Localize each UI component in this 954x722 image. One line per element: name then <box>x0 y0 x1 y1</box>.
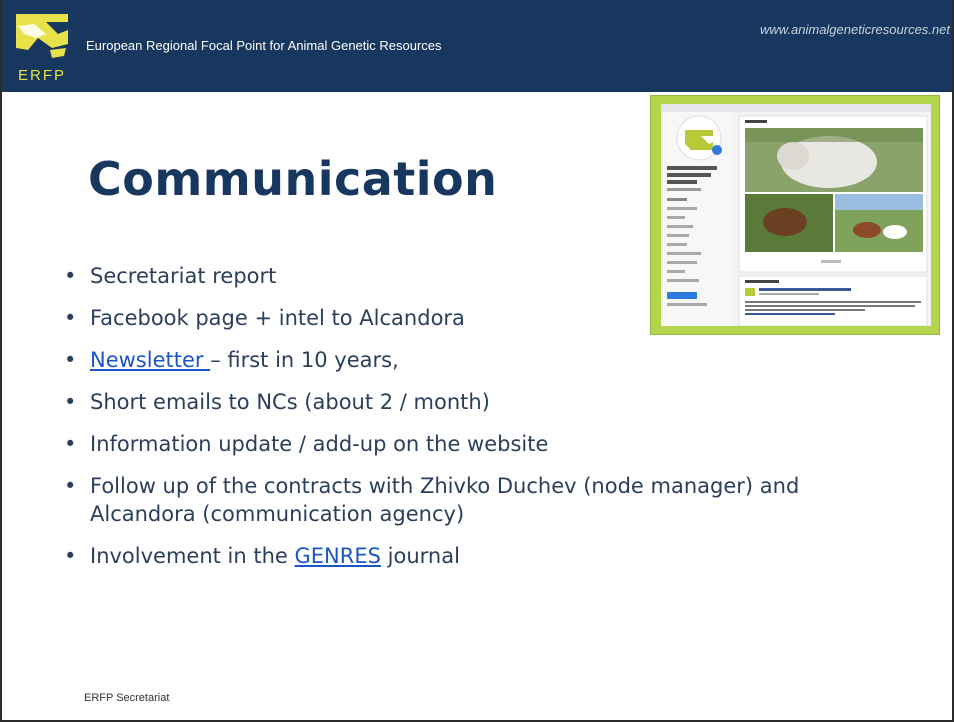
organization-name: European Regional Focal Point for Animal… <box>86 38 442 53</box>
bullet-text: – first in 10 years, <box>210 348 399 372</box>
erfp-logo-icon: ERFP <box>6 4 78 88</box>
slide-title: Communication <box>88 152 498 206</box>
footer-text: ERFP Secretariat <box>84 692 170 704</box>
bullet-text: Secretariat report <box>90 264 277 288</box>
header-bar: ERFP European Regional Focal Point for A… <box>2 0 952 92</box>
bullet-text: Involvement in the <box>90 544 295 568</box>
bullet-list: Secretariat report Facebook page + intel… <box>62 262 882 584</box>
logo-wordmark: ERFP <box>18 67 66 84</box>
newsletter-link[interactable]: Newsletter <box>90 348 210 372</box>
slide: ERFP European Regional Focal Point for A… <box>0 0 954 722</box>
bullet-item: Newsletter – first in 10 years, <box>62 346 882 374</box>
bullet-item: Follow up of the contracts with Zhivko D… <box>62 472 882 528</box>
bullet-item: Short emails to NCs (about 2 / month) <box>62 388 882 416</box>
bullet-item: Involvement in the GENRES journal <box>62 542 882 570</box>
bullet-item: Secretariat report <box>62 262 882 290</box>
bullet-text: Short emails to NCs (about 2 / month) <box>90 390 490 414</box>
website-url[interactable]: www.animalgeneticresources.net <box>760 22 950 37</box>
bullet-item: Facebook page + intel to Alcandora <box>62 304 882 332</box>
genres-link[interactable]: GENRES <box>295 544 381 568</box>
bullet-text: Follow up of the contracts with Zhivko D… <box>90 474 800 526</box>
bullet-text: journal <box>380 544 460 568</box>
bullet-text: Facebook page + intel to Alcandora <box>90 306 465 330</box>
bullet-text: Information update / add-up on the websi… <box>90 432 549 456</box>
bullet-item: Information update / add-up on the websi… <box>62 430 882 458</box>
